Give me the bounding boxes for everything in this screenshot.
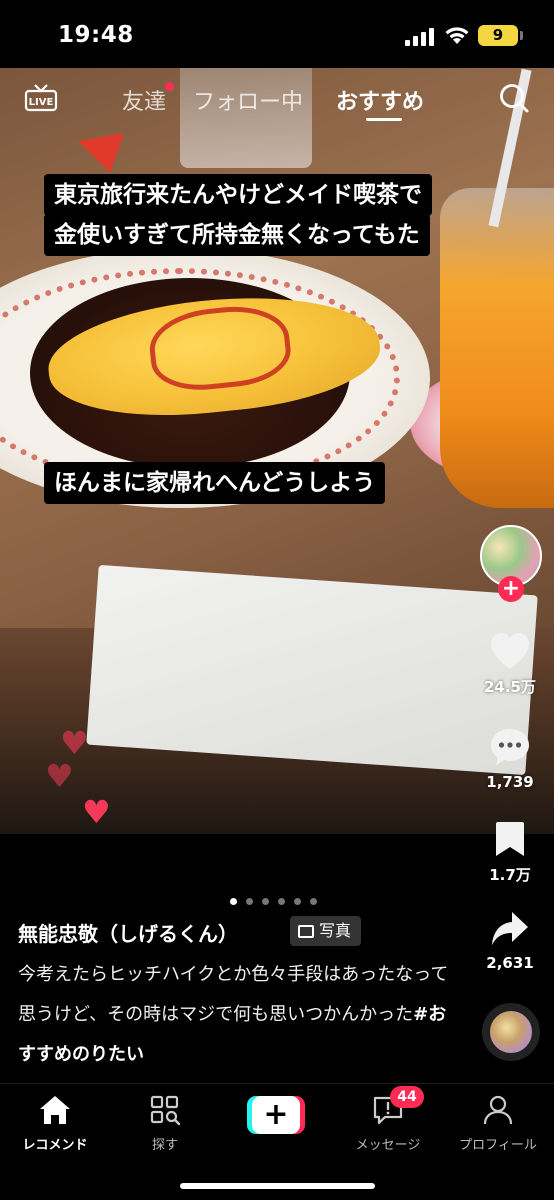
signal-icon xyxy=(405,28,435,46)
plus-icon: + xyxy=(252,1096,300,1134)
caption-line-1: 東京旅行来たんやけどメイド喫茶で xyxy=(44,174,432,216)
carousel-dot xyxy=(294,898,301,905)
bookmark-button[interactable]: 1.7万 xyxy=(474,820,546,885)
friends-notification-dot xyxy=(165,82,174,91)
status-bar: 19:48 9 xyxy=(0,0,554,68)
carousel-indicator xyxy=(230,890,326,905)
follow-button[interactable]: + xyxy=(498,576,524,602)
bookmark-icon xyxy=(496,822,524,856)
live-icon[interactable]: LIVE xyxy=(24,84,58,112)
inbox-badge: 44 xyxy=(390,1086,424,1108)
like-button[interactable]: 24.5万 xyxy=(474,632,546,697)
carousel-dot xyxy=(246,898,253,905)
comment-icon xyxy=(491,729,529,765)
bookmark-count: 1.7万 xyxy=(489,866,531,884)
photo-badge-label: 写真 xyxy=(319,921,352,940)
caption-line-3: ほんまに家帰れへんどうしよう xyxy=(44,462,386,504)
tab-home-label: レコメンド xyxy=(22,1138,88,1153)
photo-badge: 写真 xyxy=(290,916,362,946)
photo-icon xyxy=(298,925,314,938)
battery-icon: 9 xyxy=(478,25,518,46)
floating-heart-icon: ♥ xyxy=(82,793,111,831)
caption-line-2: 金使いすぎて所持金無くなってもた xyxy=(44,214,430,256)
tab-profile-label: プロフィール xyxy=(459,1138,537,1153)
search-icon[interactable] xyxy=(498,82,530,114)
tab-discover-label: 探す xyxy=(151,1138,178,1153)
share-icon xyxy=(492,912,528,945)
carousel-dot xyxy=(310,898,317,905)
svg-text:LIVE: LIVE xyxy=(29,97,54,108)
create-button[interactable]: + xyxy=(247,1096,305,1134)
floating-heart-icon: ♥ xyxy=(60,724,89,762)
post-description[interactable]: 今考えたらヒッチハイクとか色々手段はあったなって思うけど、その時はマジで何も思い… xyxy=(18,955,458,1075)
heart-icon xyxy=(491,633,529,669)
carousel-dot xyxy=(262,898,269,905)
orange-juice-glass xyxy=(440,188,554,508)
music-disc[interactable] xyxy=(482,1003,540,1061)
share-button[interactable]: 2,631 xyxy=(474,910,546,972)
author-name[interactable]: 無能忠敬（しげるくん） xyxy=(18,918,238,947)
carousel-dot xyxy=(278,898,285,905)
floating-heart-icon: ♥ xyxy=(45,757,74,795)
battery-tip xyxy=(520,31,523,40)
tab-profile[interactable]: プロフィール xyxy=(443,1094,553,1153)
tab-friends[interactable]: 友達 xyxy=(122,84,166,116)
comment-count: 1,739 xyxy=(486,773,534,791)
discover-icon xyxy=(150,1095,181,1126)
tab-inbox-label: メッセージ xyxy=(355,1138,421,1153)
status-time: 19:48 xyxy=(58,22,134,48)
active-tab-underline xyxy=(366,118,402,121)
description-text: 今考えたらヒッチハイクとか色々手段はあったなって思うけど、その時はマジで何も思い… xyxy=(18,964,449,1025)
tab-home[interactable]: レコメンド xyxy=(0,1094,110,1153)
share-count: 2,631 xyxy=(486,954,534,972)
napkin xyxy=(86,564,538,776)
profile-icon xyxy=(483,1095,513,1125)
home-icon xyxy=(40,1096,70,1124)
tab-discover[interactable]: 探す xyxy=(110,1094,220,1153)
tab-for-you[interactable]: おすすめ xyxy=(336,84,424,116)
wifi-icon xyxy=(445,27,469,44)
home-indicator[interactable] xyxy=(180,1183,375,1189)
top-nav: LIVE 友達 フォロー中 おすすめ xyxy=(0,68,554,128)
comment-button[interactable]: 1,739 xyxy=(474,727,546,791)
tab-following[interactable]: フォロー中 xyxy=(193,84,303,116)
tab-inbox[interactable]: メッセージ xyxy=(333,1094,443,1153)
like-count: 24.5万 xyxy=(483,678,536,696)
carousel-dot xyxy=(230,898,237,905)
